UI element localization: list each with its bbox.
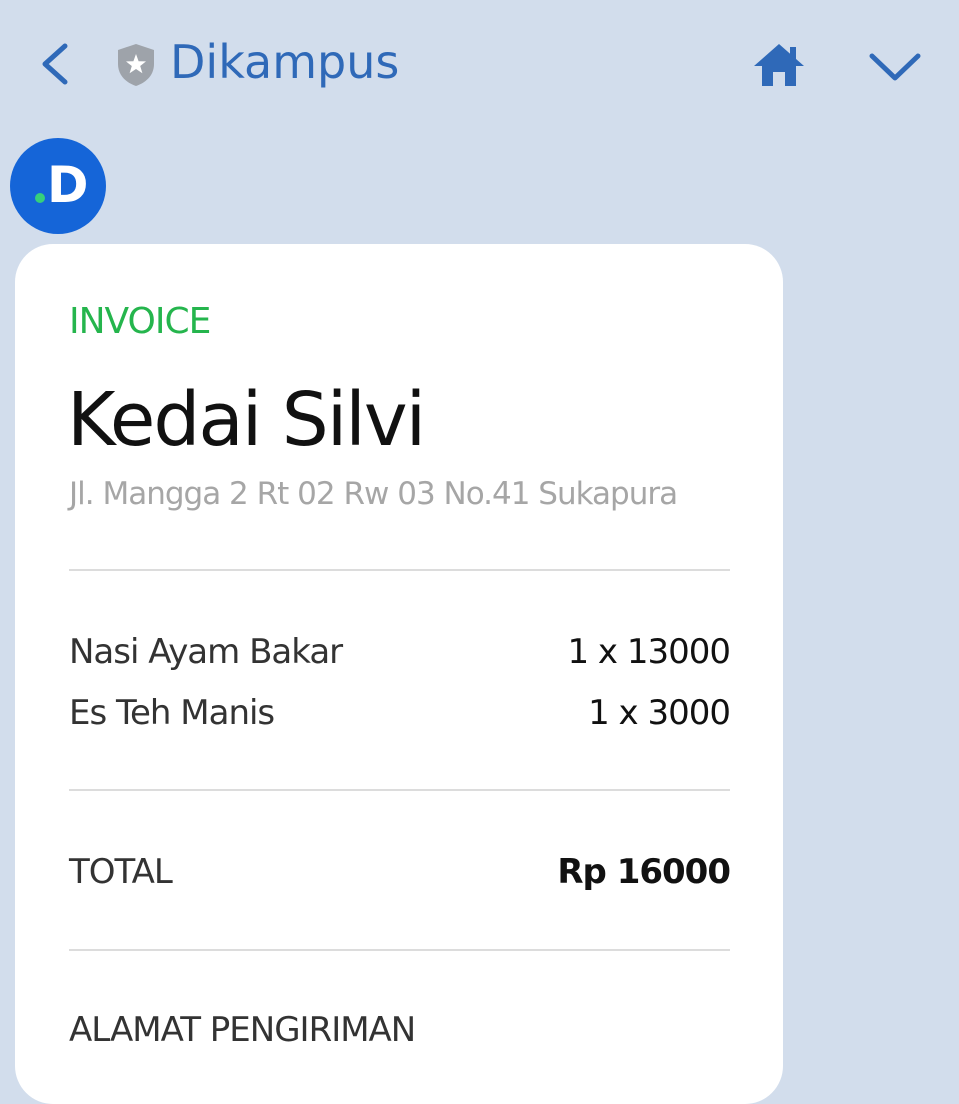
avatar-dot [35,193,45,203]
home-icon [754,44,804,86]
avatar[interactable]: D [10,138,106,234]
shipping-address-title: ALAMAT PENGIRIMAN [69,1010,416,1050]
invoice-card: INVOICE Kedai Silvi Jl. Mangga 2 Rt 02 R… [15,244,783,1104]
divider [69,569,730,571]
list-item: Es Teh Manis 1 x 3000 [69,688,731,738]
divider [69,949,730,951]
back-icon [42,43,68,85]
list-item: Nasi Ayam Bakar 1 x 13000 [69,627,731,677]
shop-name: Kedai Silvi [67,377,426,463]
back-button[interactable] [30,38,78,90]
item-qty: 1 x 3000 [588,693,731,733]
page-title: Dikampus [170,35,400,89]
item-name: Es Teh Manis [69,693,275,733]
shop-address: Jl. Mangga 2 Rt 02 Rw 03 No.41 Sukapura [69,476,678,512]
total-row: TOTAL Rp 16000 [69,847,731,897]
chevron-down-icon [869,53,921,81]
shield-star-icon [118,44,154,86]
total-amount: Rp 16000 [557,852,731,892]
item-qty: 1 x 13000 [567,632,731,672]
menu-toggle-button[interactable] [862,40,928,92]
total-label: TOTAL [69,852,173,892]
avatar-letter: D [47,156,89,214]
home-button[interactable] [748,38,810,92]
top-bar: Dikampus [0,0,959,125]
divider [69,789,730,791]
invoice-label: INVOICE [69,301,211,342]
item-name: Nasi Ayam Bakar [69,632,343,672]
